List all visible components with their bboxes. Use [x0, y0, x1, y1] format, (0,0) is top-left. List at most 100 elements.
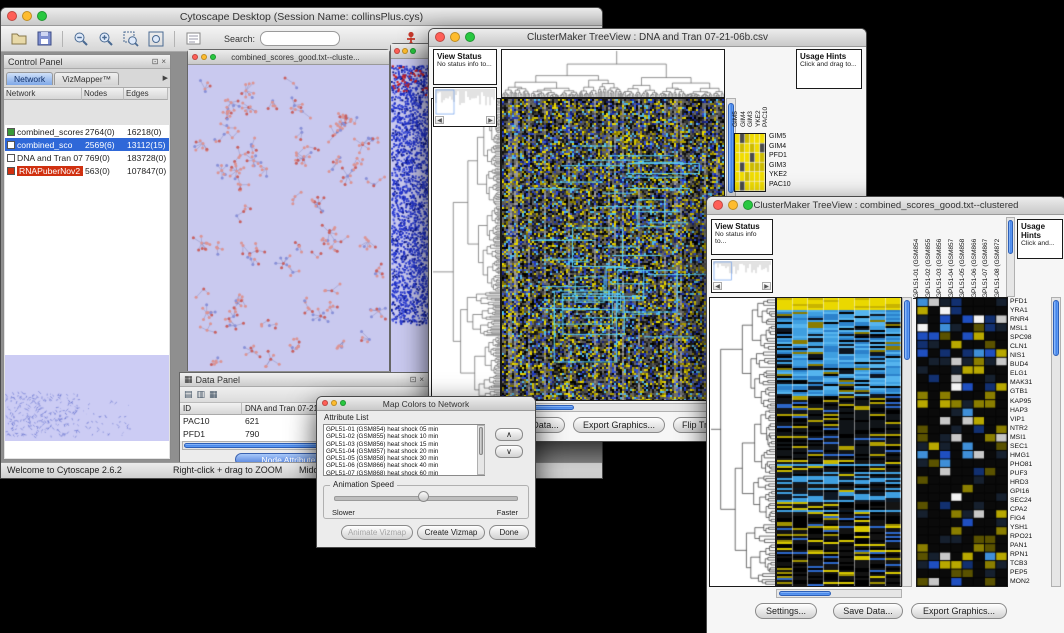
background-window-titlebar[interactable]: [391, 44, 433, 59]
zoom-out-icon[interactable]: [71, 29, 91, 49]
annotation-icon[interactable]: [183, 29, 203, 49]
close-icon[interactable]: [192, 54, 198, 60]
save-data-button[interactable]: Save Data...: [833, 603, 903, 619]
gene-label[interactable]: MSL1: [1010, 324, 1050, 333]
attribute-item[interactable]: GPL51-01 (GSM854) heat shock 05 min: [326, 426, 482, 433]
search-input[interactable]: [260, 31, 340, 46]
gene-label[interactable]: GTB1: [1010, 387, 1050, 396]
gene-label[interactable]: VIP1: [1010, 415, 1050, 424]
gene-label[interactable]: MAK31: [1010, 378, 1050, 387]
column-header[interactable]: ID: [180, 403, 242, 415]
gene-label[interactable]: PEP5: [1010, 568, 1050, 577]
minimize-icon[interactable]: [728, 200, 738, 210]
zoom-window-icon[interactable]: [210, 54, 216, 60]
attribute-item[interactable]: GPL51-07 (GSM868) heat shock 60 min: [326, 470, 482, 476]
heatmap-canvas[interactable]: [501, 98, 725, 401]
scroll-right-icon[interactable]: ▶: [486, 116, 495, 124]
minimize-icon[interactable]: [402, 48, 408, 54]
close-icon[interactable]: [394, 48, 400, 54]
gene-label[interactable]: HAP3: [1010, 406, 1050, 415]
zoom-in-icon[interactable]: [96, 29, 116, 49]
column-dendrogram-canvas[interactable]: [501, 49, 725, 98]
gene-label[interactable]: SEC24: [1010, 496, 1050, 505]
dense-network-canvas[interactable]: [391, 59, 433, 375]
minimize-icon[interactable]: [450, 32, 460, 42]
attribute-listbox[interactable]: GPL51-01 (GSM854) heat shock 05 minGPL51…: [323, 424, 485, 476]
gene-label[interactable]: GIM5: [769, 132, 811, 142]
close-icon[interactable]: [322, 400, 328, 406]
scroll-right-icon[interactable]: ▶: [762, 282, 771, 290]
zoom-fit-icon[interactable]: [146, 29, 166, 49]
network-row[interactable]: RNAPuberNov2 + 563(0) 107847(0): [5, 164, 169, 177]
network-row[interactable]: DNA and Tran 07 769(0) 183728(0): [5, 151, 169, 164]
attribute-batch-icon[interactable]: ▥: [197, 389, 206, 400]
zoom-window-icon[interactable]: [340, 400, 346, 406]
save-icon[interactable]: [34, 29, 54, 49]
network-view-titlebar[interactable]: combined_scores_good.txt--cluste...: [188, 50, 389, 65]
gene-label[interactable]: RPN1: [1010, 550, 1050, 559]
main-titlebar[interactable]: Cytoscape Desktop (Session Name: collins…: [1, 8, 602, 26]
gene-label[interactable]: SPC98: [1010, 333, 1050, 342]
gene-label[interactable]: BUD4: [1010, 360, 1050, 369]
gene-label[interactable]: YSH1: [1010, 523, 1050, 532]
treeview-combined-titlebar[interactable]: ClusterMaker TreeView : combined_scores_…: [707, 197, 1064, 215]
close-icon[interactable]: [713, 200, 723, 210]
heatmap-vscrollbar[interactable]: [902, 297, 912, 587]
correlation-matrix-canvas[interactable]: [734, 133, 766, 192]
gene-label[interactable]: YRA1: [1010, 306, 1050, 315]
attribute-select-icon[interactable]: ▤: [184, 389, 193, 400]
attribute-item[interactable]: GPL51-02 (GSM855) heat shock 10 min: [326, 433, 482, 440]
gene-label[interactable]: YKE2: [769, 170, 811, 180]
attribute-item[interactable]: GPL51-04 (GSM857) heat shock 20 min: [326, 448, 482, 455]
open-folder-icon[interactable]: [9, 29, 29, 49]
heatmap-canvas[interactable]: [776, 297, 902, 587]
network-canvas[interactable]: [188, 65, 389, 371]
gene-label[interactable]: NIS1: [1010, 351, 1050, 360]
zoom-window-icon[interactable]: [410, 48, 416, 54]
mini-map-canvas[interactable]: [713, 261, 771, 281]
move-up-button[interactable]: ∧: [495, 428, 523, 441]
float-panel-icon[interactable]: ⊡: [410, 375, 417, 384]
attribute-list-scrollbar[interactable]: [477, 425, 485, 475]
gene-label[interactable]: ELG1: [1010, 369, 1050, 378]
export-graphics-button[interactable]: Export Graphics...: [911, 603, 1007, 619]
network-row[interactable]: combined_scores 2764(0) 16218(0): [5, 125, 169, 138]
gene-label[interactable]: GIM3: [769, 161, 811, 171]
gene-label[interactable]: GPI16: [1010, 487, 1050, 496]
scroll-thumb[interactable]: [1008, 220, 1013, 254]
tab-vizmapper[interactable]: VizMapper™: [54, 72, 119, 85]
float-panel-icon[interactable]: ⊡: [152, 57, 159, 66]
genes-vscrollbar[interactable]: [1051, 297, 1061, 587]
gene-label[interactable]: PHO81: [1010, 460, 1050, 469]
gene-label[interactable]: PFD1: [1010, 297, 1050, 306]
treeview-dna-titlebar[interactable]: ClusterMaker TreeView : DNA and Tran 07-…: [429, 29, 866, 47]
row-dendrogram-canvas[interactable]: [709, 297, 776, 587]
labels-vscrollbar[interactable]: [1006, 217, 1015, 297]
tab-overflow-icon[interactable]: ▶: [163, 74, 168, 82]
gene-label[interactable]: RNR4: [1010, 315, 1050, 324]
gene-label[interactable]: RPO21: [1010, 532, 1050, 541]
attribute-table-icon[interactable]: ▦: [209, 389, 218, 400]
settings-button[interactable]: Settings...: [755, 603, 817, 619]
scroll-left-icon[interactable]: ◀: [713, 282, 722, 290]
close-panel-icon[interactable]: ×: [419, 375, 424, 384]
gene-label[interactable]: CPA2: [1010, 505, 1050, 514]
minimize-icon[interactable]: [201, 54, 207, 60]
zoom-window-icon[interactable]: [37, 11, 47, 21]
gene-label[interactable]: HMG1: [1010, 451, 1050, 460]
attribute-item[interactable]: GPL51-03 (GSM856) heat shock 15 min: [326, 441, 482, 448]
zoom-window-icon[interactable]: [465, 32, 475, 42]
gene-label[interactable]: TCB3: [1010, 559, 1050, 568]
column-header[interactable]: Network: [4, 88, 82, 100]
close-panel-icon[interactable]: ×: [161, 57, 166, 66]
heatmap-hscrollbar[interactable]: [776, 589, 902, 598]
gene-label[interactable]: NTR2: [1010, 424, 1050, 433]
network-overview-thumbnail[interactable]: [5, 355, 169, 441]
network-row-selected[interactable]: combined_sco 2569(6) 13112(15): [5, 138, 169, 151]
gene-label[interactable]: SEC1: [1010, 442, 1050, 451]
tab-network[interactable]: Network: [6, 72, 53, 85]
minimize-icon[interactable]: [331, 400, 337, 406]
done-button[interactable]: Done: [489, 525, 529, 540]
gene-label[interactable]: FIG4: [1010, 514, 1050, 523]
mini-map-canvas[interactable]: [435, 89, 495, 115]
